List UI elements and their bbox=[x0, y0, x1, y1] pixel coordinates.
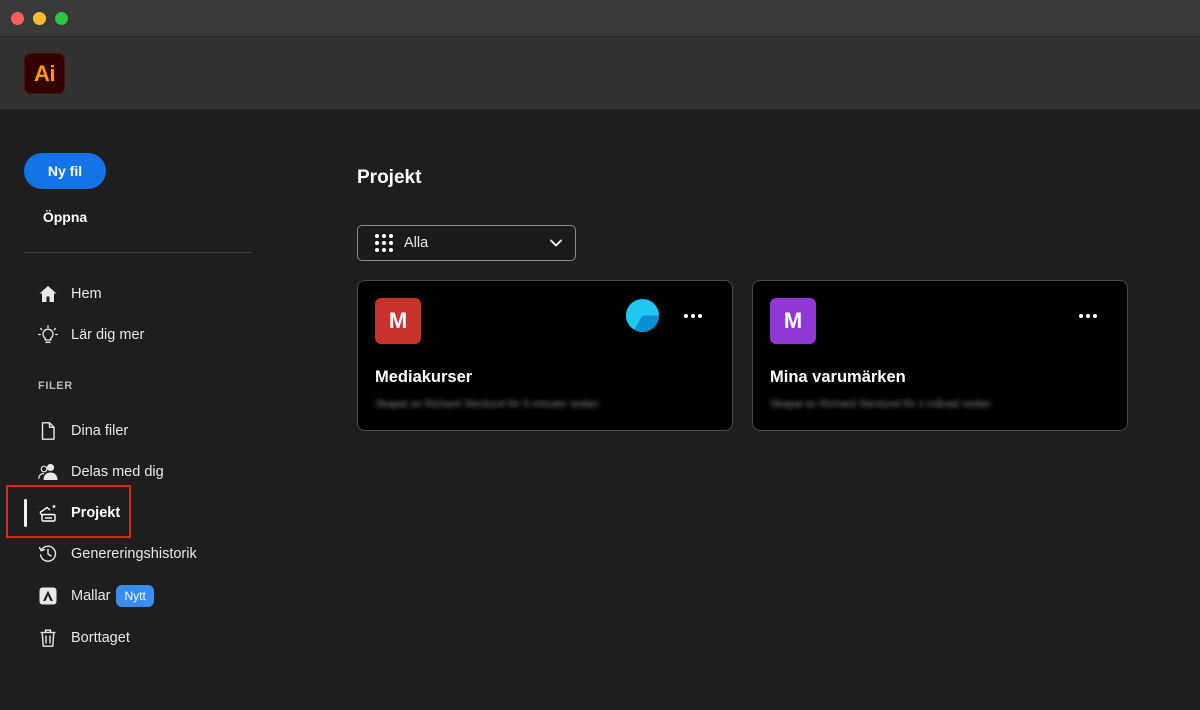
sidebar-item-learn[interactable]: Lär dig mer bbox=[37, 320, 144, 350]
template-icon bbox=[37, 585, 59, 607]
shared-indicator-icon bbox=[626, 299, 659, 332]
window-titlebar bbox=[0, 0, 1200, 37]
project-card[interactable]: M Mediakurser Skapat av Richard Stenlund… bbox=[357, 280, 733, 431]
logo-text: Ai bbox=[34, 60, 56, 86]
more-options-button[interactable] bbox=[680, 306, 706, 326]
zoom-window-button[interactable] bbox=[55, 12, 68, 25]
filter-label: Alla bbox=[404, 235, 429, 251]
home-icon bbox=[37, 283, 59, 305]
sidebar-item-label: Dina filer bbox=[71, 423, 129, 439]
sidebar-item-templates[interactable]: Mallar Nytt bbox=[37, 581, 154, 611]
grid-icon bbox=[375, 234, 393, 252]
sidebar-item-shared-with-you[interactable]: Delas med dig bbox=[37, 457, 164, 487]
new-badge: Nytt bbox=[116, 585, 154, 607]
lightbulb-icon bbox=[37, 324, 59, 346]
open-button[interactable]: Öppna bbox=[24, 203, 106, 231]
project-subtitle: Skapat av Richard Stenlund för 1 månad s… bbox=[770, 398, 991, 410]
sidebar-item-generation-history[interactable]: Genereringshistorik bbox=[37, 539, 197, 569]
page-title: Projekt bbox=[357, 167, 422, 188]
sidebar-item-label: Genereringshistorik bbox=[71, 546, 197, 562]
minimize-window-button[interactable] bbox=[33, 12, 46, 25]
project-name: Mediakurser bbox=[375, 368, 473, 386]
sidebar-item-home[interactable]: Hem bbox=[37, 279, 102, 309]
project-thumbnail: M bbox=[770, 298, 816, 344]
sidebar-item-label: Lär dig mer bbox=[71, 327, 145, 343]
history-icon bbox=[37, 543, 59, 565]
sidebar-item-your-files[interactable]: Dina filer bbox=[37, 416, 128, 446]
people-icon bbox=[37, 461, 59, 483]
section-label-files: FILER bbox=[38, 380, 73, 392]
close-window-button[interactable] bbox=[11, 12, 24, 25]
sidebar-item-label: Mallar bbox=[71, 588, 111, 604]
filter-dropdown[interactable]: Alla bbox=[357, 225, 576, 261]
sidebar-item-deleted[interactable]: Borttaget bbox=[37, 623, 130, 653]
document-icon bbox=[37, 420, 59, 442]
new-file-button[interactable]: Ny fil bbox=[24, 153, 106, 189]
project-initial: M bbox=[783, 308, 803, 333]
project-thumbnail: M bbox=[375, 298, 421, 344]
sidebar-divider bbox=[24, 252, 252, 253]
more-options-button[interactable] bbox=[1075, 306, 1101, 326]
sidebar-item-label: Hem bbox=[71, 286, 102, 302]
sidebar-item-label: Delas med dig bbox=[71, 464, 164, 480]
illustrator-logo[interactable]: Ai bbox=[24, 53, 65, 94]
sidebar: Ny fil Öppna Hem Lär dig mer FILER Dina … bbox=[0, 111, 275, 710]
project-subtitle: Skapat av Richard Stenlund för 5 minuter… bbox=[375, 398, 599, 410]
app-header: Ai bbox=[0, 37, 1200, 110]
project-name: Mina varumärken bbox=[770, 368, 906, 386]
project-card[interactable]: M Mina varumärken Skapat av Richard Sten… bbox=[752, 280, 1128, 431]
highlight-annotation bbox=[6, 485, 131, 538]
project-initial: M bbox=[388, 308, 408, 333]
chevron-down-icon bbox=[550, 239, 562, 247]
sidebar-item-label: Borttaget bbox=[71, 630, 130, 646]
trash-icon bbox=[37, 627, 59, 649]
